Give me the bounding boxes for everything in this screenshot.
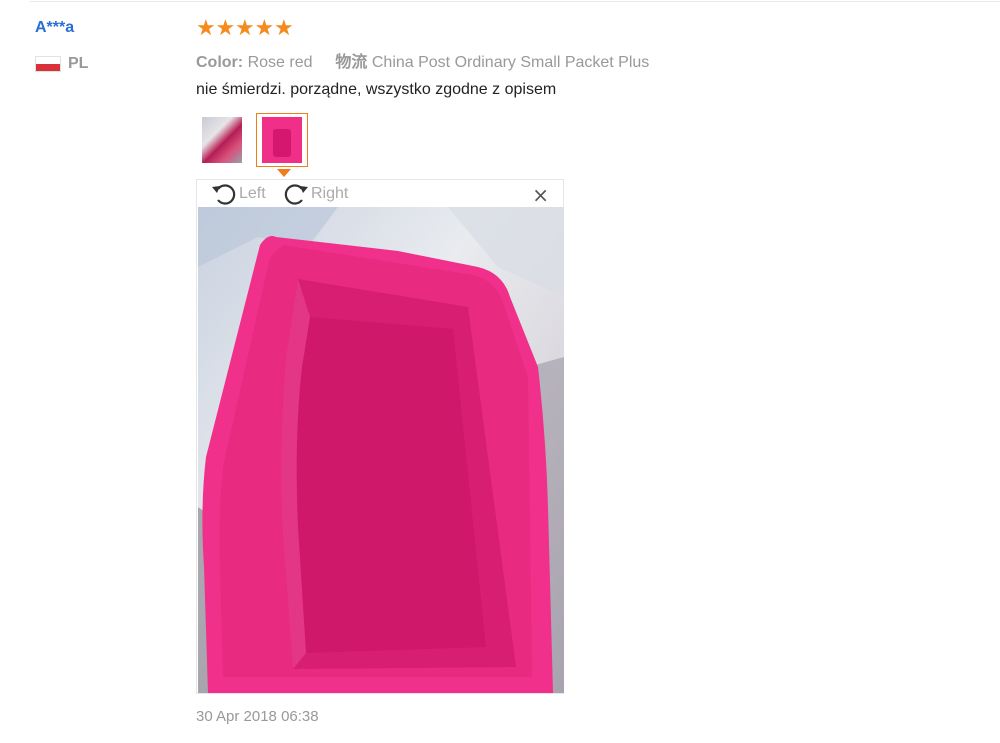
country-code: PL [68, 55, 89, 72]
close-icon[interactable]: × [532, 183, 549, 207]
shipping-key: 物流 [335, 54, 368, 71]
divider [30, 1, 1000, 2]
review-thumbnails [196, 113, 316, 167]
star-rating: ★ ★ ★ ★ ★ [196, 17, 294, 41]
review-date: 30 Apr 2018 06:38 [196, 708, 319, 725]
viewer-toolbar: Left Right × [197, 180, 563, 207]
review-photo-thumbnail-1[interactable] [196, 113, 248, 167]
selected-thumbnail-pointer [277, 169, 291, 177]
poland-flag-icon [35, 56, 61, 72]
review-text: nie śmierdzi. porządne, wszystko zgodne … [196, 81, 557, 98]
rotate-left-button[interactable]: Left [210, 181, 266, 207]
star-icon: ★ [196, 16, 216, 41]
rotate-left-icon [212, 184, 236, 205]
star-icon: ★ [254, 16, 275, 41]
review-photo-thumbnail-2[interactable] [256, 113, 308, 167]
reviewer-name: A***a [35, 19, 75, 36]
order-info: Color: Rose red 物流 China Post Ordinary S… [196, 48, 649, 72]
color-value: Rose red [247, 54, 313, 71]
image-viewer: Left Right × [196, 179, 564, 694]
rotate-right-button[interactable]: Right [282, 181, 348, 207]
rotate-left-label: Left [239, 185, 266, 202]
rotate-right-icon [284, 184, 308, 205]
star-icon: ★ [274, 16, 294, 41]
star-icon: ★ [215, 16, 236, 41]
color-key: Color: [196, 54, 244, 71]
rotate-right-label: Right [311, 185, 349, 202]
review-photo-large [198, 207, 564, 693]
star-icon: ★ [235, 16, 255, 41]
shipping-value: China Post Ordinary Small Packet Plus [371, 54, 650, 71]
reviewer-country: PL [35, 55, 88, 73]
